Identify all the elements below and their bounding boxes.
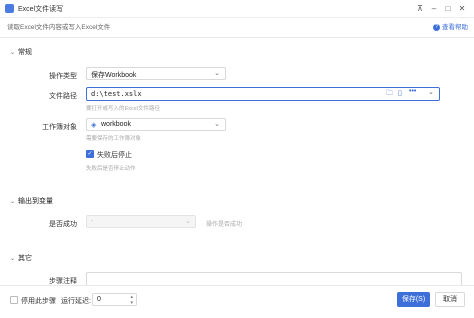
section-output[interactable]: ⌄ 输出到变量: [10, 196, 53, 206]
workbook-hint: 需要保存的工作簿对象: [86, 136, 142, 142]
file-path-value: d:\test.xslx: [91, 90, 142, 98]
window-title: Excel文件读写: [18, 6, 64, 13]
help-label: 查看帮助: [442, 24, 468, 31]
folder-icon[interactable]: 🗀: [386, 89, 393, 100]
success-value: -: [91, 218, 94, 225]
success-select[interactable]: - ⌄: [86, 215, 196, 228]
operation-type-label: 操作类型: [49, 73, 77, 80]
save-button[interactable]: 保存(S): [397, 292, 430, 307]
success-hint: 操作是否成功: [206, 222, 243, 228]
action-description: 读取Excel文件内容或写入Excel文件: [7, 24, 111, 31]
section-other-label: 其它: [18, 255, 32, 262]
delay-stepper[interactable]: 0 ▴ ▾: [92, 293, 137, 306]
header-divider: [0, 37, 474, 38]
section-general-label: 常规: [18, 49, 32, 56]
minimize-button[interactable]: –: [428, 3, 440, 14]
stepper-arrows-icon[interactable]: ▴ ▾: [130, 294, 133, 306]
step-note-input[interactable]: [86, 272, 462, 285]
pin-icon[interactable]: ⊼: [414, 3, 426, 14]
disable-step-label[interactable]: 停用此步骤: [21, 296, 56, 306]
workbook-value: workbook: [101, 121, 131, 128]
disable-step-checkbox[interactable]: [10, 296, 18, 304]
help-icon: ?: [433, 23, 440, 31]
workbook-select[interactable]: ◈ workbook ⌄: [86, 118, 226, 131]
section-output-label: 输出到变量: [18, 198, 53, 205]
chevron-down-icon: ⌄: [214, 70, 220, 77]
chevron-down-icon[interactable]: ⌄: [428, 88, 434, 96]
help-link[interactable]: ? 查看帮助: [433, 21, 468, 31]
chevron-down-icon: ⌄: [10, 50, 16, 56]
chevron-down-icon: ⌄: [214, 121, 220, 128]
footer-bar: 停用此步骤 运行延迟: 0 ▴ ▾ 保存(S) 取消: [0, 285, 474, 318]
delay-value: 0: [97, 296, 101, 303]
title-bar: Excel文件读写 ⊼ – □ ✕: [0, 0, 474, 18]
success-label: 是否成功: [49, 221, 77, 228]
file-path-hint: 要打开或写入的Excel文件路径: [86, 106, 160, 112]
workbook-label: 工作簿对象: [42, 124, 77, 131]
operation-type-select[interactable]: 保存Workbook ⌄: [86, 67, 226, 80]
stop-on-fail-checkbox[interactable]: ✓: [86, 150, 94, 158]
section-other[interactable]: ⌄ 其它: [10, 253, 32, 263]
stop-on-fail-label[interactable]: 失败后停止: [97, 150, 132, 160]
file-path-label: 文件路径: [49, 93, 77, 100]
file-icon[interactable]: ▯: [398, 89, 402, 97]
cancel-button[interactable]: 取消: [435, 292, 465, 307]
chevron-down-icon: ⌄: [185, 218, 191, 225]
chevron-down-icon: ⌄: [10, 256, 16, 262]
close-button[interactable]: ✕: [456, 3, 468, 14]
stop-on-fail-hint: 失败后是否停止动作: [86, 166, 136, 172]
section-general[interactable]: ⌄ 常规: [10, 47, 32, 57]
app-icon: [5, 4, 14, 13]
more-icon[interactable]: •••: [409, 88, 416, 95]
operation-type-value: 保存Workbook: [91, 72, 137, 79]
delay-label: 运行延迟:: [61, 298, 91, 305]
variable-icon: ◈: [91, 122, 97, 129]
maximize-button[interactable]: □: [442, 3, 454, 14]
chevron-down-icon: ⌄: [10, 199, 16, 205]
